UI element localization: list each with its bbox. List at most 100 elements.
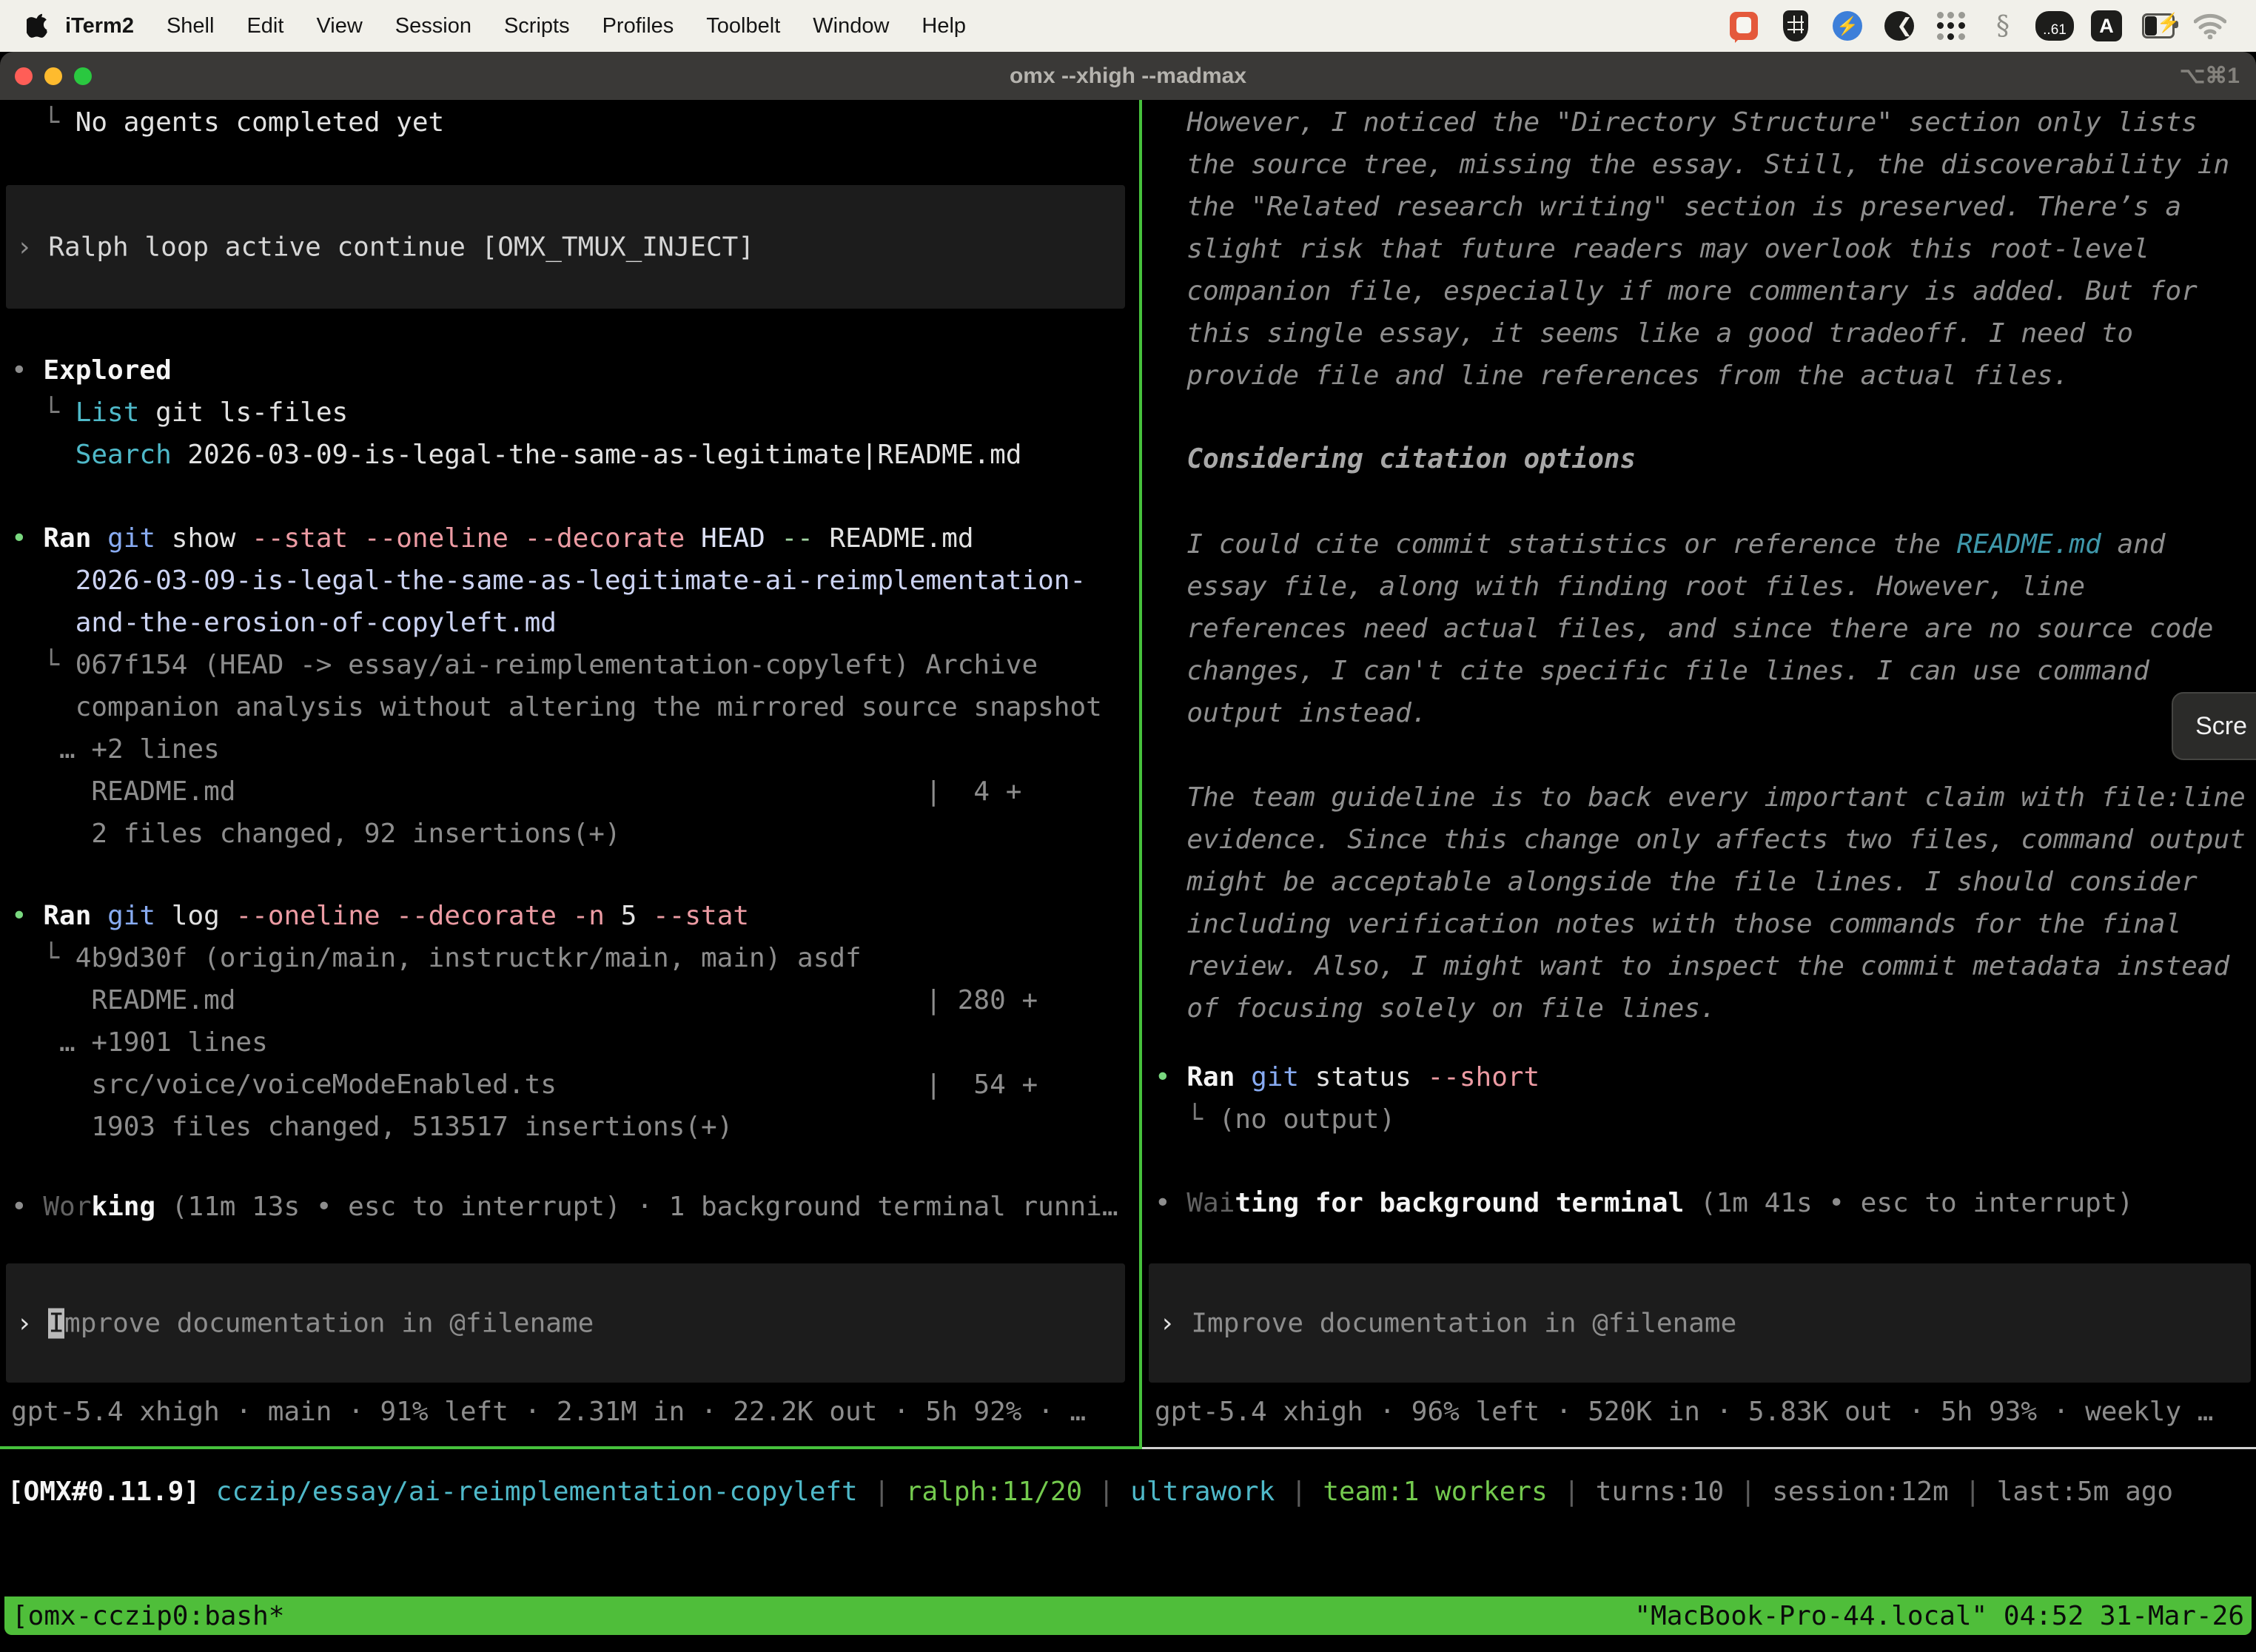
ralph-loop-text: › Ralph loop active continue [OMX_TMUX_I… bbox=[16, 226, 754, 268]
tmux-session-label: [omx-cczip0:bash* bbox=[12, 1601, 284, 1631]
text-segment: including verification notes with those … bbox=[1155, 909, 2181, 939]
tmux-pane-right[interactable]: › Improve documentation in @filename How… bbox=[1143, 100, 2256, 1449]
text-segment: • bbox=[11, 523, 43, 554]
text-segment: the "Related research writing" section i… bbox=[1155, 192, 2181, 222]
terminal-line: The team guideline is to back every impo… bbox=[1155, 776, 2246, 819]
text-segment: | bbox=[1724, 1477, 1772, 1507]
badge-61-icon[interactable]: ..61 bbox=[2038, 8, 2071, 44]
text-segment: Ran bbox=[1186, 1062, 1235, 1092]
screen-share-chip[interactable]: Scre bbox=[2172, 692, 2256, 760]
text-segment: However, I noticed the "Directory Struct… bbox=[1155, 107, 2198, 138]
dots-grid-icon[interactable] bbox=[1935, 8, 1967, 44]
text-segment: output instead. bbox=[1155, 698, 1427, 728]
text-segment: [OMX#0.11.9] bbox=[7, 1477, 200, 1507]
text-segment: README.md bbox=[813, 523, 974, 554]
window-title: omx --xhigh --madmax bbox=[1010, 64, 1246, 89]
text-segment: | bbox=[1548, 1477, 1596, 1507]
menu-item-edit[interactable]: Edit bbox=[230, 14, 300, 38]
apple-menu-icon[interactable] bbox=[27, 13, 49, 38]
text-segment: log bbox=[155, 901, 235, 931]
menu-item-session[interactable]: Session bbox=[379, 14, 488, 38]
terminal-line: 2026-03-09-is-legal-the-same-as-legitima… bbox=[11, 560, 1086, 602]
terminal-line: of focusing solely on file lines. bbox=[1155, 987, 1716, 1030]
text-segment: • bbox=[11, 1192, 43, 1222]
text-segment: 4b9d30f (origin/main, instructkr/main, m… bbox=[75, 943, 862, 973]
text-segment: • bbox=[1155, 1062, 1186, 1092]
text-segment: › bbox=[1159, 1308, 1191, 1338]
menu-item-profiles[interactable]: Profiles bbox=[586, 14, 691, 38]
menu-item-view[interactable]: View bbox=[300, 14, 378, 38]
s-curve-icon[interactable]: § bbox=[1987, 8, 2019, 44]
text-segment: git ls-files bbox=[139, 397, 348, 428]
tmux-pane-left[interactable]: › Ralph loop active continue [OMX_TMUX_I… bbox=[0, 100, 1140, 1449]
terminal-line: └ No agents completed yet bbox=[11, 101, 444, 144]
text-segment: changes, I can't cite specific file line… bbox=[1155, 656, 2149, 686]
blue-bolt-badge-icon[interactable]: ⚡ bbox=[1831, 8, 1864, 44]
terminal-line: the source tree, missing the essay. Stil… bbox=[1155, 144, 2229, 186]
text-segment: references need actual files, and since … bbox=[1155, 614, 2213, 644]
terminal-line: • Working (11m 13s • esc to interrupt) ·… bbox=[11, 1186, 1118, 1228]
pac-circle-icon[interactable] bbox=[1883, 8, 1916, 44]
terminal-line: Considering citation options bbox=[1155, 438, 1636, 480]
terminal-line: including verification notes with those … bbox=[1155, 903, 2181, 945]
menu-item-toolbelt[interactable]: Toolbelt bbox=[690, 14, 796, 38]
omx-status-line: [OMX#0.11.9] cczip/essay/ai-reimplementa… bbox=[7, 1471, 2173, 1513]
text-segment: and bbox=[2101, 529, 2166, 560]
text-segment: essay file, along with finding root file… bbox=[1155, 571, 2085, 602]
desktop: { "menu_bar": { "items": [ {"label": "iT… bbox=[0, 0, 2256, 1652]
text-segment: README.md | 280 + bbox=[11, 985, 1038, 1015]
zoom-button[interactable] bbox=[74, 67, 92, 85]
text-segment: src/voice/voiceModeEnabled.ts | 54 + bbox=[11, 1070, 1038, 1100]
terminal-line: 1903 files changed, 513517 insertions(+) bbox=[11, 1106, 733, 1148]
a-badge-icon[interactable]: A bbox=[2090, 8, 2123, 44]
text-segment: 2 files changed, 92 insertions(+) bbox=[11, 819, 621, 849]
terminal-line: • Ran git show --stat --oneline --decora… bbox=[11, 517, 974, 560]
right-prompt-input[interactable]: › Improve documentation in @filename bbox=[1149, 1263, 2251, 1383]
minimize-button[interactable] bbox=[44, 67, 62, 85]
tmux-status-bar: [omx-cczip0:bash* "MacBook-Pro-44.local"… bbox=[4, 1596, 2252, 1635]
text-segment: └ bbox=[11, 397, 75, 428]
text-segment: provide file and line references from th… bbox=[1155, 360, 2069, 391]
terminal-line: the "Related research writing" section i… bbox=[1155, 186, 2181, 228]
text-segment: › bbox=[16, 232, 48, 262]
terminal-window: › Ralph loop active continue [OMX_TMUX_I… bbox=[0, 100, 2256, 1449]
record-icon[interactable] bbox=[1728, 8, 1760, 44]
menu-item-iterm2[interactable]: iTerm2 bbox=[49, 14, 150, 38]
menu-item-help[interactable]: Help bbox=[905, 14, 982, 38]
terminal-line: gpt-5.4 xhigh · main · 91% left · 2.31M … bbox=[11, 1391, 1086, 1433]
left-prompt-input[interactable]: › Improve documentation in @filename bbox=[6, 1263, 1125, 1383]
battery-icon[interactable]: ⚡ bbox=[2142, 8, 2175, 44]
terminal-line: However, I noticed the "Directory Struct… bbox=[1155, 101, 2198, 144]
wifi-icon[interactable] bbox=[2194, 8, 2226, 44]
window-title-bar[interactable]: omx --xhigh --madmax ⌥⌘1 bbox=[0, 52, 2256, 100]
terminal-line: companion analysis without altering the … bbox=[11, 686, 1102, 728]
text-segment: 1903 files changed, 513517 insertions(+) bbox=[11, 1112, 733, 1142]
text-segment: HEAD bbox=[701, 523, 765, 554]
shield-grid-icon[interactable] bbox=[1779, 8, 1812, 44]
text-segment: • bbox=[11, 355, 43, 386]
terminal-line: companion file, especially if more comme… bbox=[1155, 270, 2198, 312]
text-segment: last:5m ago bbox=[1997, 1477, 2173, 1507]
text-segment: 2026-03-09-is-legal-the-same-as-legitima… bbox=[172, 440, 1022, 470]
terminal-line: gpt-5.4 xhigh · 96% left · 520K in · 5.8… bbox=[1155, 1391, 2213, 1433]
menu-item-scripts[interactable]: Scripts bbox=[488, 14, 586, 38]
terminal-line: └ (no output) bbox=[1155, 1098, 1395, 1141]
close-button[interactable] bbox=[15, 67, 33, 85]
tmux-host-clock: "MacBook-Pro-44.local" 04:52 31-Mar-26 bbox=[1634, 1601, 2244, 1631]
text-segment: Improve documentation in @filename bbox=[1191, 1308, 1736, 1338]
text-segment: Search bbox=[75, 440, 172, 470]
text-segment: ralph:11/20 bbox=[906, 1477, 1082, 1507]
terminal-line: slight risk that future readers may over… bbox=[1155, 228, 2149, 270]
text-segment: | bbox=[1275, 1477, 1323, 1507]
text-segment: king bbox=[91, 1192, 155, 1222]
text-segment: | bbox=[1082, 1477, 1130, 1507]
text-segment: companion file, especially if more comme… bbox=[1155, 276, 2198, 306]
text-segment: › bbox=[16, 1308, 48, 1338]
menu-item-window[interactable]: Window bbox=[796, 14, 905, 38]
menu-item-shell[interactable]: Shell bbox=[150, 14, 231, 38]
right-pane-bottom-border bbox=[1142, 1447, 2256, 1449]
text-segment: └ bbox=[11, 650, 75, 680]
pane-divider[interactable] bbox=[1139, 100, 1142, 1449]
text-segment: status bbox=[1299, 1062, 1427, 1092]
text-segment: might be acceptable alongside the file l… bbox=[1155, 867, 2198, 897]
